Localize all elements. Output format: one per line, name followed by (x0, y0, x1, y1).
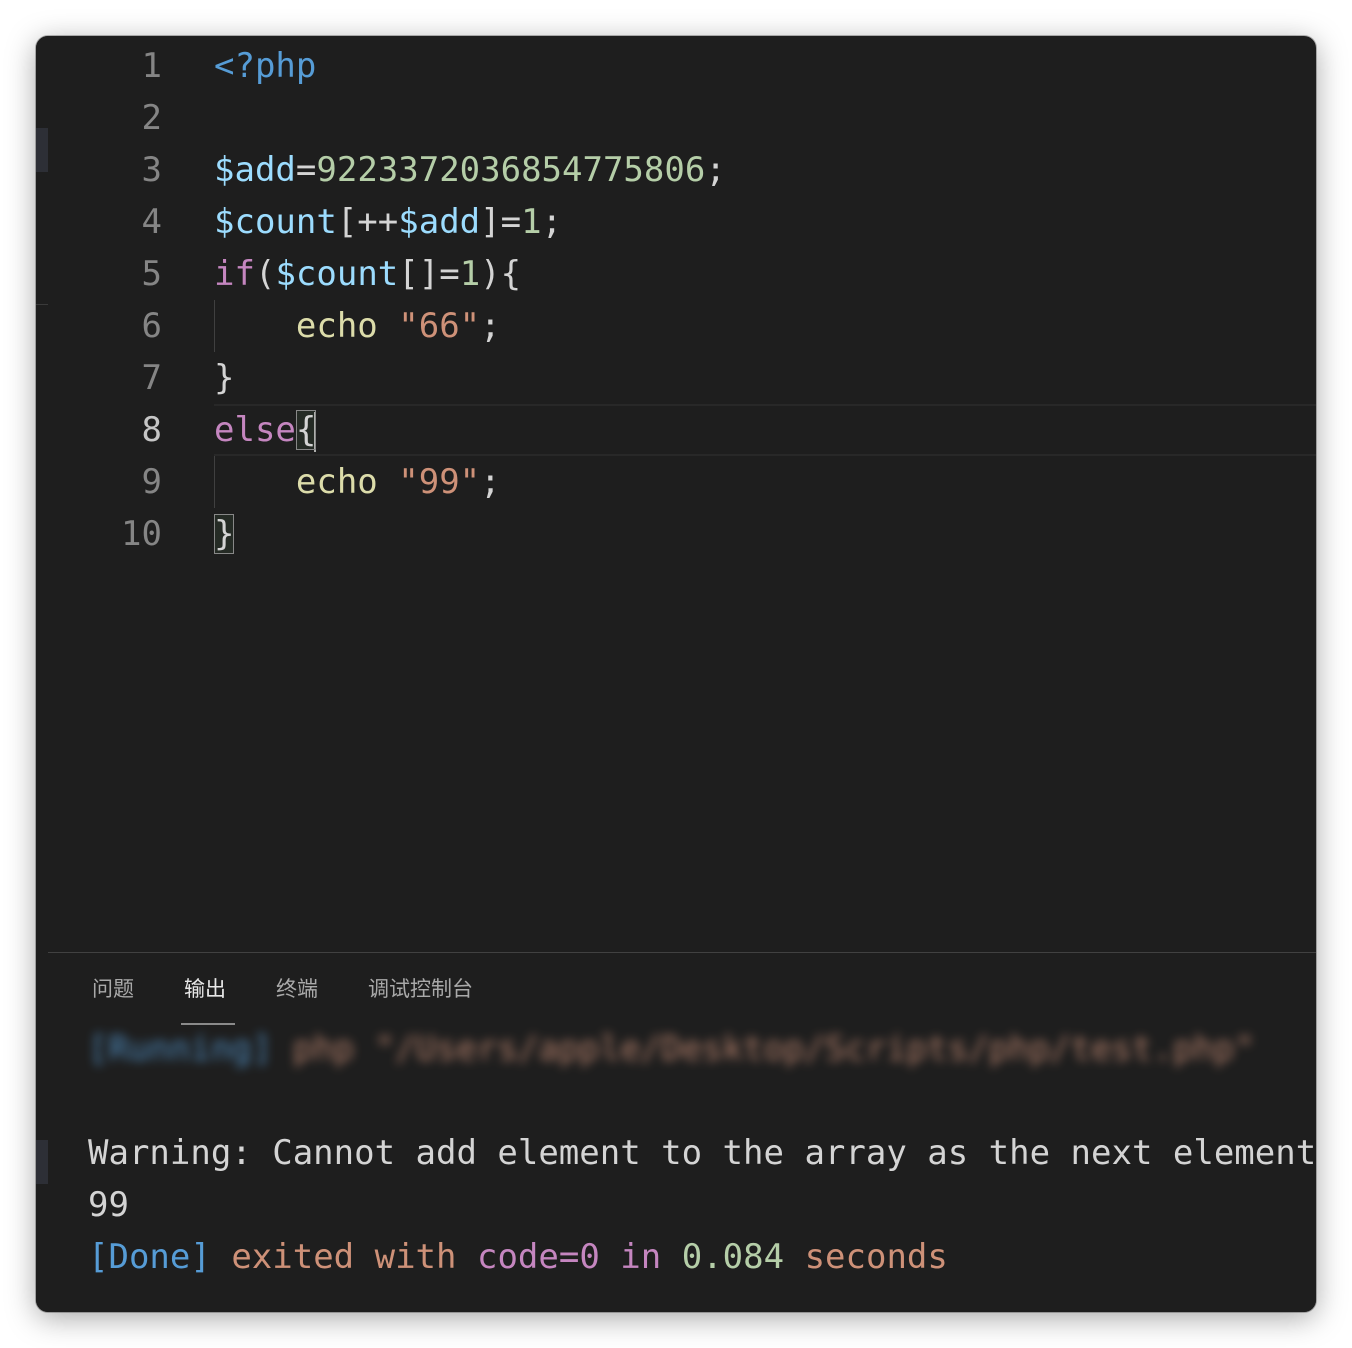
running-tag: [Running] (88, 1029, 273, 1069)
code-line[interactable]: 4 $count[++$add]=1; (48, 196, 1316, 248)
bottom-panel: 问题 输出 终端 调试控制台 [Running] php "/Users/apple/… (48, 952, 1316, 1312)
code-text: <?php (214, 40, 316, 92)
code-token: 1 (459, 254, 481, 294)
code-line[interactable]: 6 echo "66"; (48, 300, 1316, 352)
gutter-marker (36, 1140, 48, 1184)
left-gutter-strip (36, 36, 48, 1312)
code-token: ( (254, 254, 276, 294)
code-token: { (295, 410, 317, 450)
output-pane[interactable]: [Running] php "/Users/apple/Desktop/Scri… (88, 1023, 1316, 1277)
line-number: 9 (141, 462, 162, 502)
tab-output[interactable]: 输出 (184, 973, 226, 1003)
code-token: ; (480, 306, 501, 346)
code-token: } (214, 358, 235, 398)
line-number: 4 (141, 202, 162, 242)
gutter-divider (36, 304, 48, 305)
line-number: 2 (141, 98, 162, 138)
code-token: []= (398, 254, 460, 294)
code-token: $count (275, 254, 399, 294)
line-number: 3 (141, 150, 162, 190)
code-line[interactable]: 9 echo "99"; (48, 456, 1316, 508)
editor-window: 1 <?php 2 3 $add=9223372036854775806; 4 $count… (36, 36, 1316, 1312)
code-editor[interactable]: 1 <?php 2 3 $add=9223372036854775806; 4 $count… (48, 36, 1316, 952)
code-token: if (214, 254, 255, 294)
code-token: 1 (521, 202, 542, 242)
code-token: "66" (398, 306, 481, 346)
code-token: } (214, 514, 235, 554)
code-token: ){ (480, 254, 522, 294)
code-line[interactable]: 3 $add=9223372036854775806; (48, 144, 1316, 196)
code-token: $count (214, 202, 337, 242)
code-text: else{ (214, 404, 317, 456)
code-text: if($count[]=1){ (214, 248, 521, 300)
tab-problems[interactable]: 问题 (92, 973, 134, 1003)
code-token: 9223372036854775806 (316, 150, 706, 190)
done-text: exited with (231, 1237, 457, 1277)
done-seconds: seconds (804, 1237, 948, 1277)
output-running-line: [Running] php "/Users/apple/Desktop/Scri… (88, 1023, 1255, 1075)
code-line[interactable]: 8 else{ (48, 404, 1316, 456)
line-number: 8 (141, 410, 162, 450)
done-in: in (620, 1237, 662, 1277)
output-warning-line: Warning: Cannot add element to the array… (88, 1133, 1316, 1173)
line-number: 7 (141, 358, 162, 398)
code-token: ]= (480, 202, 522, 242)
line-number: 1 (141, 46, 162, 86)
code-token: $add (398, 202, 481, 242)
gutter-marker (36, 128, 48, 172)
output-done-line: [Done] exited with code=0 in 0.084 secon… (88, 1231, 948, 1283)
code-text: $add=9223372036854775806; (214, 144, 726, 196)
text-cursor (314, 411, 317, 452)
line-number: 6 (141, 306, 162, 346)
tab-debug-console[interactable]: 调试控制台 (368, 973, 473, 1003)
code-line[interactable]: 5 if($count[]=1){ (48, 248, 1316, 300)
code-text: echo "99"; (214, 456, 501, 508)
code-text: } (214, 352, 234, 404)
tab-terminal[interactable]: 终端 (276, 973, 318, 1003)
code-text: echo "66"; (214, 300, 501, 352)
done-time: 0.084 (681, 1237, 785, 1277)
code-token: echo (295, 462, 378, 502)
code-token: ; (705, 150, 726, 190)
line-number: 5 (141, 254, 162, 294)
code-token: ; (541, 202, 563, 242)
code-token: "99" (398, 462, 481, 502)
code-token: ; (480, 462, 501, 502)
code-text: $count[++$add]=1; (214, 196, 562, 248)
code-token: $add (214, 150, 296, 190)
code-line[interactable]: 2 (48, 92, 1316, 144)
code-token: [++ (336, 202, 399, 242)
code-line[interactable]: 10} (48, 508, 1316, 560)
code-token: else (214, 410, 296, 450)
code-line[interactable]: 1 <?php (48, 40, 1316, 92)
code-token: = (295, 150, 317, 190)
done-tag: [Done] (88, 1237, 211, 1277)
done-code: code=0 (476, 1237, 600, 1277)
running-command: php "/Users/apple/Desktop/Scripts/php/te… (292, 1029, 1255, 1069)
code-text: } (214, 508, 235, 560)
code-line[interactable]: 7} (48, 352, 1316, 404)
line-number: 10 (121, 514, 162, 554)
code-token: echo (295, 306, 378, 346)
code-token: <?php (214, 46, 317, 86)
output-result-line: 99 (88, 1185, 129, 1225)
